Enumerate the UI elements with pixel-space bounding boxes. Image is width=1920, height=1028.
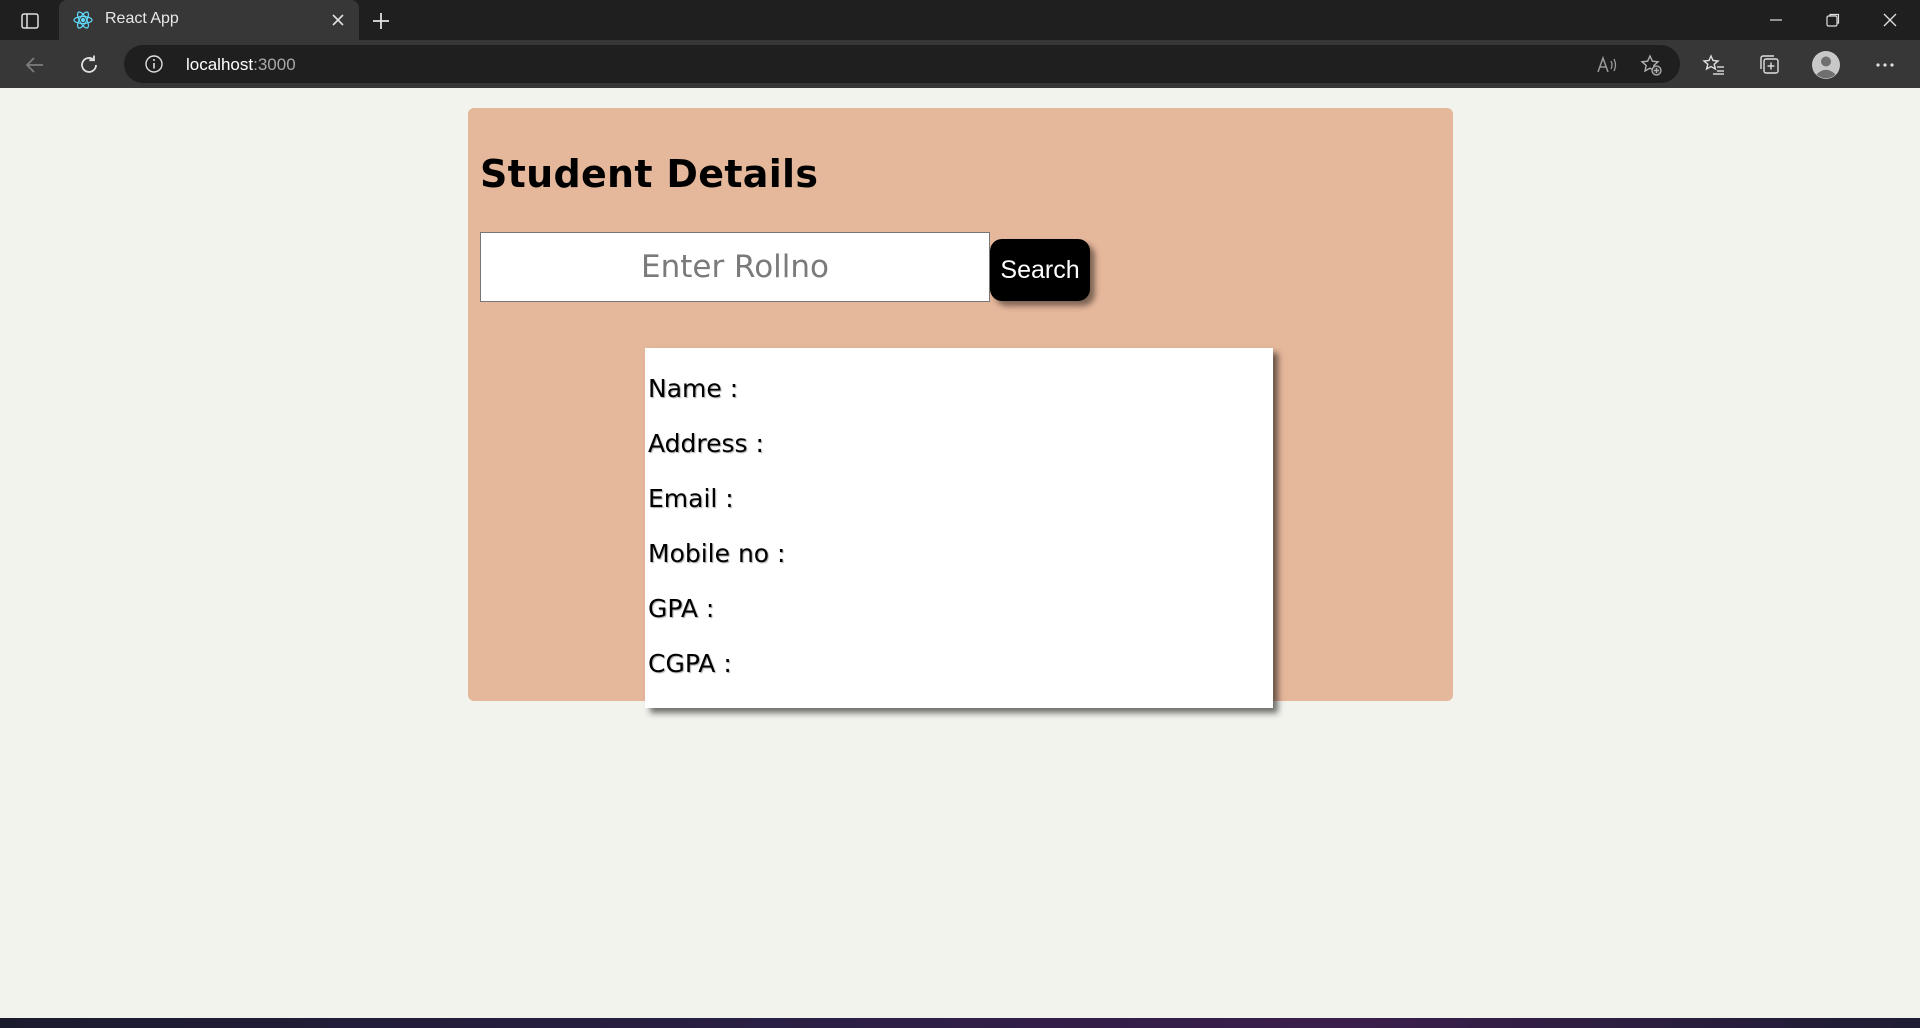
react-atom-icon <box>73 11 93 29</box>
tab-actions-icon <box>21 13 39 29</box>
student-details-panel: Name : Address : Email : Mobile no : GPA… <box>645 348 1273 708</box>
address-bar[interactable]: localhost:3000 <box>124 45 1680 83</box>
detail-name-label: Name : <box>648 374 739 403</box>
tab-actions-button[interactable] <box>12 8 48 34</box>
avatar-icon <box>1812 51 1840 79</box>
taskbar-edge <box>0 1018 1920 1028</box>
profile-button[interactable] <box>1811 50 1841 80</box>
settings-menu-button[interactable] <box>1870 50 1900 80</box>
close-window-button[interactable] <box>1870 6 1910 34</box>
detail-mobile-label: Mobile no : <box>648 539 786 568</box>
back-arrow-icon <box>25 57 43 73</box>
page-title: Student Details <box>480 152 819 196</box>
reload-icon <box>81 55 97 73</box>
close-tab-icon[interactable] <box>327 9 349 31</box>
read-aloud-button[interactable] <box>1592 50 1622 80</box>
favorites-list-icon <box>1702 54 1724 75</box>
restore-window-button[interactable] <box>1813 6 1853 34</box>
detail-address-label: Address : <box>648 429 764 458</box>
rollno-input[interactable] <box>480 232 990 302</box>
detail-gpa-label: GPA : <box>648 594 715 623</box>
more-dots-icon <box>1876 63 1894 67</box>
add-favorite-button[interactable] <box>1636 50 1666 80</box>
tab-title: React App <box>105 10 179 27</box>
minimize-window-button[interactable] <box>1756 6 1796 34</box>
favorites-button[interactable] <box>1699 50 1729 80</box>
page-viewport: Student Details Search Name : Address : … <box>0 88 1920 1018</box>
site-info-icon[interactable] <box>144 54 164 74</box>
detail-email-label: Email : <box>648 484 734 513</box>
url-text[interactable]: localhost:3000 <box>186 55 296 75</box>
url-host: localhost <box>186 55 254 74</box>
browser-toolbar: localhost:3000 <box>0 40 1920 88</box>
reload-button[interactable] <box>74 50 104 80</box>
minimize-icon <box>1770 19 1782 21</box>
back-button[interactable] <box>20 50 50 80</box>
new-tab-icon[interactable] <box>368 8 394 34</box>
browser-tab[interactable]: React App <box>59 0 359 40</box>
collections-button[interactable] <box>1755 50 1785 80</box>
search-button[interactable]: Search <box>990 239 1090 301</box>
star-add-icon <box>1640 54 1662 76</box>
restore-icon <box>1826 13 1840 27</box>
collections-icon <box>1760 55 1779 74</box>
detail-cgpa-label: CGPA : <box>648 649 732 678</box>
student-details-card: Student Details Search Name : Address : … <box>468 108 1453 708</box>
close-icon <box>1883 13 1897 27</box>
url-port: :3000 <box>253 55 296 74</box>
browser-tab-bar: React App <box>0 0 1920 40</box>
read-aloud-icon <box>1597 55 1617 73</box>
